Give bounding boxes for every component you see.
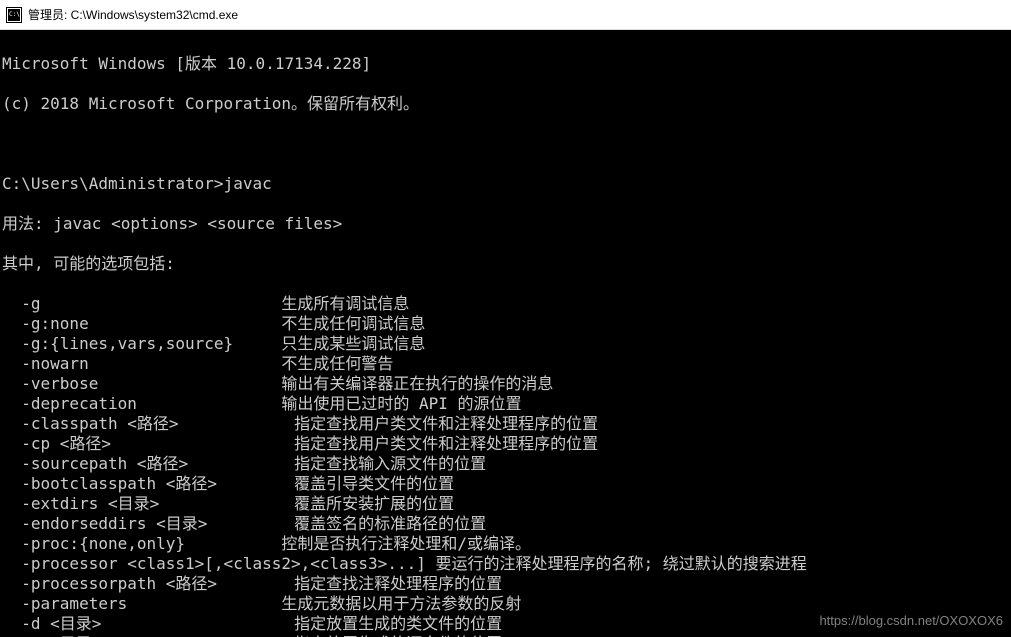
usage-subheader: 其中, 可能的选项包括: xyxy=(2,254,1009,274)
option-line: -endorseddirs <目录> 覆盖签名的标准路径的位置 xyxy=(2,514,1009,534)
option-flag: -nowarn xyxy=(2,354,281,373)
option-desc: 覆盖引导类文件的位置 xyxy=(294,474,454,493)
usage-header: 用法: javac <options> <source files> xyxy=(2,214,1009,234)
prompt-command: javac xyxy=(224,174,272,193)
option-line: -g:none 不生成任何调试信息 xyxy=(2,314,1009,334)
option-flag: -sourcepath <路径> xyxy=(2,454,294,473)
option-line: -proc:{none,only} 控制是否执行注释处理和/或编译。 xyxy=(2,534,1009,554)
option-line: -classpath <路径> 指定查找用户类文件和注释处理程序的位置 xyxy=(2,414,1009,434)
option-flag: -g:{lines,vars,source} xyxy=(2,334,281,353)
option-desc: 生成元数据以用于方法参数的反射 xyxy=(281,594,521,613)
option-line: -g 生成所有调试信息 xyxy=(2,294,1009,314)
option-desc: 不生成任何警告 xyxy=(281,354,393,373)
option-line: -processor <class1>[,<class2>,<class3>..… xyxy=(2,554,1009,574)
option-desc: 指定查找输入源文件的位置 xyxy=(294,454,486,473)
option-flag: -processorpath <路径> xyxy=(2,574,294,593)
option-flag: -d <目录> xyxy=(2,614,294,633)
option-flag: -deprecation xyxy=(2,394,281,413)
option-flag: -g xyxy=(2,294,281,313)
option-flag: -extdirs <目录> xyxy=(2,494,294,513)
option-desc: 输出有关编译器正在执行的操作的消息 xyxy=(281,374,553,393)
option-desc: 要运行的注释处理程序的名称; 绕过默认的搜索进程 xyxy=(435,554,806,573)
option-line: -g:{lines,vars,source} 只生成某些调试信息 xyxy=(2,334,1009,354)
option-flag: -g:none xyxy=(2,314,281,333)
option-desc: 不生成任何调试信息 xyxy=(281,314,425,333)
option-desc: 只生成某些调试信息 xyxy=(281,334,425,353)
banner-line: Microsoft Windows [版本 10.0.17134.228] xyxy=(2,54,1009,74)
option-line: -deprecation 输出使用已过时的 API 的源位置 xyxy=(2,394,1009,414)
window-title: 管理员: C:\Windows\system32\cmd.exe xyxy=(28,6,238,23)
option-desc: 指定放置生成的类文件的位置 xyxy=(294,614,502,633)
prompt-path: C:\Users\Administrator> xyxy=(2,174,224,193)
option-line: -cp <路径> 指定查找用户类文件和注释处理程序的位置 xyxy=(2,434,1009,454)
option-desc: 覆盖签名的标准路径的位置 xyxy=(294,514,486,533)
option-line: -bootclasspath <路径> 覆盖引导类文件的位置 xyxy=(2,474,1009,494)
option-line: -sourcepath <路径> 指定查找输入源文件的位置 xyxy=(2,454,1009,474)
option-line: -extdirs <目录> 覆盖所安装扩展的位置 xyxy=(2,494,1009,514)
option-desc: 输出使用已过时的 API 的源位置 xyxy=(281,394,521,413)
option-desc: 指定查找用户类文件和注释处理程序的位置 xyxy=(294,434,598,453)
blank-line xyxy=(2,134,1009,154)
prompt-line: C:\Users\Administrator>javac xyxy=(2,174,1009,194)
cmd-icon: C:\ xyxy=(6,7,22,23)
banner-line: (c) 2018 Microsoft Corporation。保留所有权利。 xyxy=(2,94,1009,114)
option-line: -verbose 输出有关编译器正在执行的操作的消息 xyxy=(2,374,1009,394)
option-flag: -bootclasspath <路径> xyxy=(2,474,294,493)
window-titlebar: C:\ 管理员: C:\Windows\system32\cmd.exe xyxy=(0,0,1011,30)
option-line: -processorpath <路径> 指定查找注释处理程序的位置 xyxy=(2,574,1009,594)
option-flag: -cp <路径> xyxy=(2,434,294,453)
option-desc: 覆盖所安装扩展的位置 xyxy=(294,494,454,513)
option-line: -nowarn 不生成任何警告 xyxy=(2,354,1009,374)
watermark: https://blog.csdn.net/OXOXOX6 xyxy=(819,611,1003,631)
option-flag: -classpath <路径> xyxy=(2,414,294,433)
terminal-output[interactable]: Microsoft Windows [版本 10.0.17134.228] (c… xyxy=(0,30,1011,637)
option-flag: -verbose xyxy=(2,374,281,393)
option-flag: -proc:{none,only} xyxy=(2,534,281,553)
option-desc: 控制是否执行注释处理和/或编译。 xyxy=(281,534,531,553)
option-desc: 指定查找注释处理程序的位置 xyxy=(294,574,502,593)
option-flag: -endorseddirs <目录> xyxy=(2,514,294,533)
option-desc: 生成所有调试信息 xyxy=(281,294,409,313)
option-flag: -parameters xyxy=(2,594,281,613)
svg-text:C:\: C:\ xyxy=(9,11,20,18)
option-desc: 指定查找用户类文件和注释处理程序的位置 xyxy=(294,414,598,433)
option-flag: -processor <class1>[,<class2>,<class3>..… xyxy=(2,554,435,573)
